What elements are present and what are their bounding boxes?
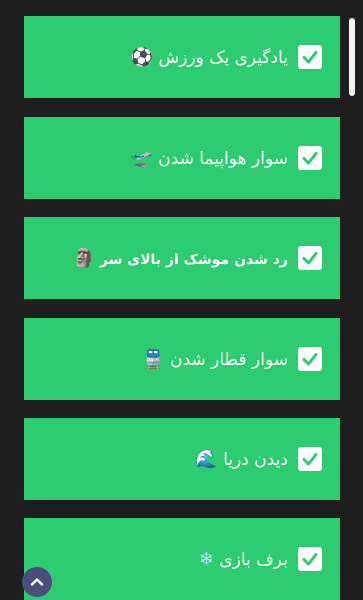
checkbox[interactable]	[298, 146, 322, 170]
item-label: یادگیری یک ورزش ⚽	[130, 46, 288, 68]
checkbox[interactable]	[298, 246, 322, 270]
wave-icon: 🌊	[195, 448, 218, 470]
train-icon: 🚆	[142, 348, 165, 370]
list-item[interactable]: یادگیری یک ورزش ⚽	[24, 16, 340, 98]
list-item[interactable]: برف بازی ❄	[24, 518, 340, 600]
item-label: سوار قطار شدن 🚆	[142, 348, 288, 370]
checkbox[interactable]	[298, 547, 322, 571]
scrollbar-thumb[interactable]	[349, 18, 355, 96]
item-label: دیدن دریا 🌊	[195, 448, 288, 470]
list-item[interactable]: رد شدن موشک از بالای سر 🗿	[24, 217, 340, 299]
list-item[interactable]: دیدن دریا 🌊	[24, 418, 340, 500]
item-label: رد شدن موشک از بالای سر 🗿	[72, 247, 288, 269]
bucket-list: یادگیری یک ورزش ⚽ سوار هواپیما شدن 🛫 رد …	[0, 0, 363, 600]
chevron-up-icon	[30, 578, 44, 586]
snowflake-icon: ❄	[198, 548, 215, 570]
checkbox[interactable]	[298, 45, 322, 69]
checkbox[interactable]	[298, 447, 322, 471]
item-label: سوار هواپیما شدن 🛫	[130, 147, 288, 169]
moai-icon: 🗿	[72, 247, 96, 269]
airplane-departure-icon: 🛫	[130, 147, 153, 169]
checkbox[interactable]	[298, 347, 322, 371]
scroll-to-top-button[interactable]	[22, 567, 52, 597]
item-label: برف بازی ❄	[198, 548, 288, 570]
list-item[interactable]: سوار هواپیما شدن 🛫	[24, 117, 340, 199]
list-item[interactable]: سوار قطار شدن 🚆	[24, 318, 340, 400]
soccer-ball-icon: ⚽	[130, 46, 154, 68]
